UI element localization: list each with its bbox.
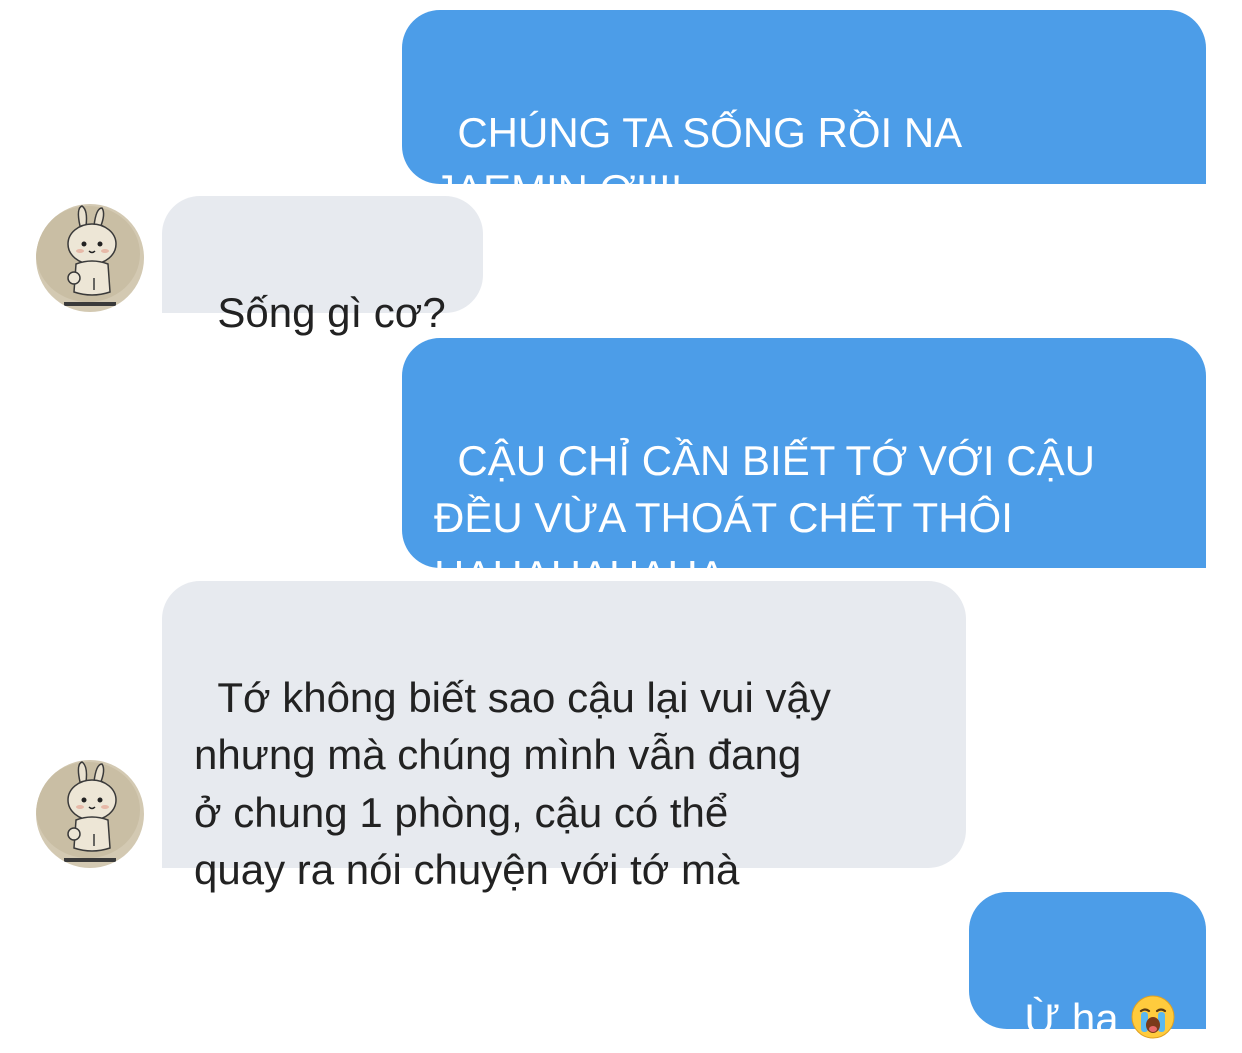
message-text: Tớ không biết sao cậu lại vui vậy nhưng …	[194, 674, 831, 894]
message-bubble-received[interactable]: Tớ không biết sao cậu lại vui vậy nhưng …	[162, 581, 966, 868]
message-text: Sống gì cơ?	[217, 289, 445, 336]
message-text: CẬU CHỈ CẦN BIẾT TỚ VỚI CẬU ĐỀU VỪA THOÁ…	[434, 437, 1095, 599]
cartoon-bunny-icon	[36, 204, 144, 312]
message-bubble-received[interactable]: Sống gì cơ?	[162, 196, 483, 313]
cartoon-bunny-icon	[36, 760, 144, 868]
message-bubble-sent[interactable]: Ừ ha	[969, 892, 1206, 1029]
loudly-crying-face-icon	[1131, 995, 1175, 1053]
contact-avatar[interactable]	[36, 204, 144, 312]
message-bubble-sent[interactable]: CẬU CHỈ CẦN BIẾT TỚ VỚI CẬU ĐỀU VỪA THOÁ…	[402, 338, 1206, 568]
message-text: Ừ ha	[1024, 995, 1118, 1042]
message-text: CHÚNG TA SỐNG RỒI NA JAEMIN ƠI!!!	[434, 109, 962, 214]
contact-avatar[interactable]	[36, 760, 144, 868]
message-bubble-sent[interactable]: CHÚNG TA SỐNG RỒI NA JAEMIN ƠI!!!	[402, 10, 1206, 184]
